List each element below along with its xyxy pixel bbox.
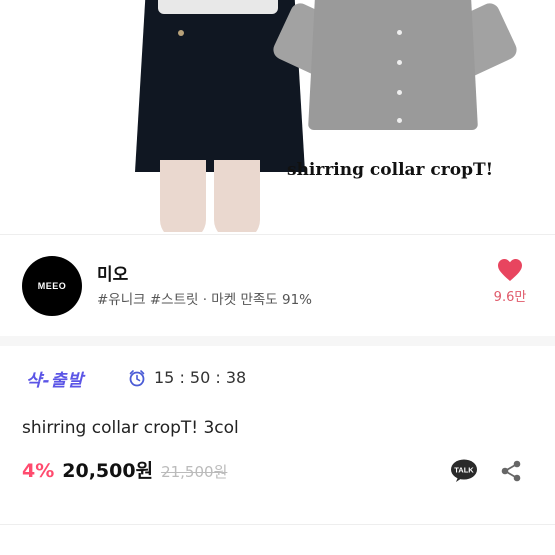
- countdown-timer: 15 : 50 : 38: [128, 368, 246, 387]
- shop-name[interactable]: 미오: [97, 260, 128, 285]
- product-image[interactable]: shirring collar cropT!: [0, 0, 555, 232]
- shirt-hem-illustration: [158, 0, 278, 14]
- shop-tags: #유니크 #스트릿 · 마켓 만족도 91%: [97, 292, 312, 308]
- heart-icon[interactable]: [497, 258, 523, 282]
- shirt-button: [397, 118, 402, 123]
- discount-rate: 4%: [22, 460, 55, 482]
- like-button[interactable]: 9.6만: [488, 258, 532, 305]
- countdown-time: 15 : 50 : 38: [154, 368, 247, 387]
- original-price: 21,500원: [161, 463, 228, 481]
- product-title: shirring collar cropT! 3col: [22, 418, 239, 438]
- divider: [0, 234, 555, 235]
- fast-shipping-badge: 샥-출발: [26, 371, 84, 391]
- shirt-button: [397, 30, 402, 35]
- shop-info[interactable]: MEEO 미오 #유니크 #스트릿 · 마켓 만족도 91% 9.6만: [0, 238, 555, 333]
- alarm-clock-icon: [129, 369, 145, 386]
- legs-illustration: [150, 160, 280, 232]
- price-row: 4% 20,500원 21,500원: [22, 456, 227, 483]
- shirt-button: [397, 90, 402, 95]
- section-gap: [0, 336, 555, 346]
- svg-text:TALK: TALK: [454, 466, 474, 475]
- hero-caption: shirring collar cropT!: [287, 160, 494, 180]
- product-summary: 샥-출발 15 : 50 : 38 shirring collar cropT!…: [0, 346, 555, 526]
- divider: [0, 524, 555, 525]
- share-icon[interactable]: [500, 460, 522, 482]
- kakao-talk-icon[interactable]: TALK: [450, 459, 478, 483]
- left-leg-illustration: [160, 160, 206, 232]
- like-count: 9.6만: [493, 290, 527, 305]
- shirt-illustration: [270, 0, 520, 130]
- shop-avatar[interactable]: MEEO: [22, 256, 82, 316]
- shirt-button: [397, 60, 402, 65]
- skirt-button-illustration: [178, 30, 184, 36]
- sale-price: 20,500원: [62, 460, 154, 482]
- shirt-body: [308, 0, 478, 130]
- right-leg-illustration: [214, 160, 260, 232]
